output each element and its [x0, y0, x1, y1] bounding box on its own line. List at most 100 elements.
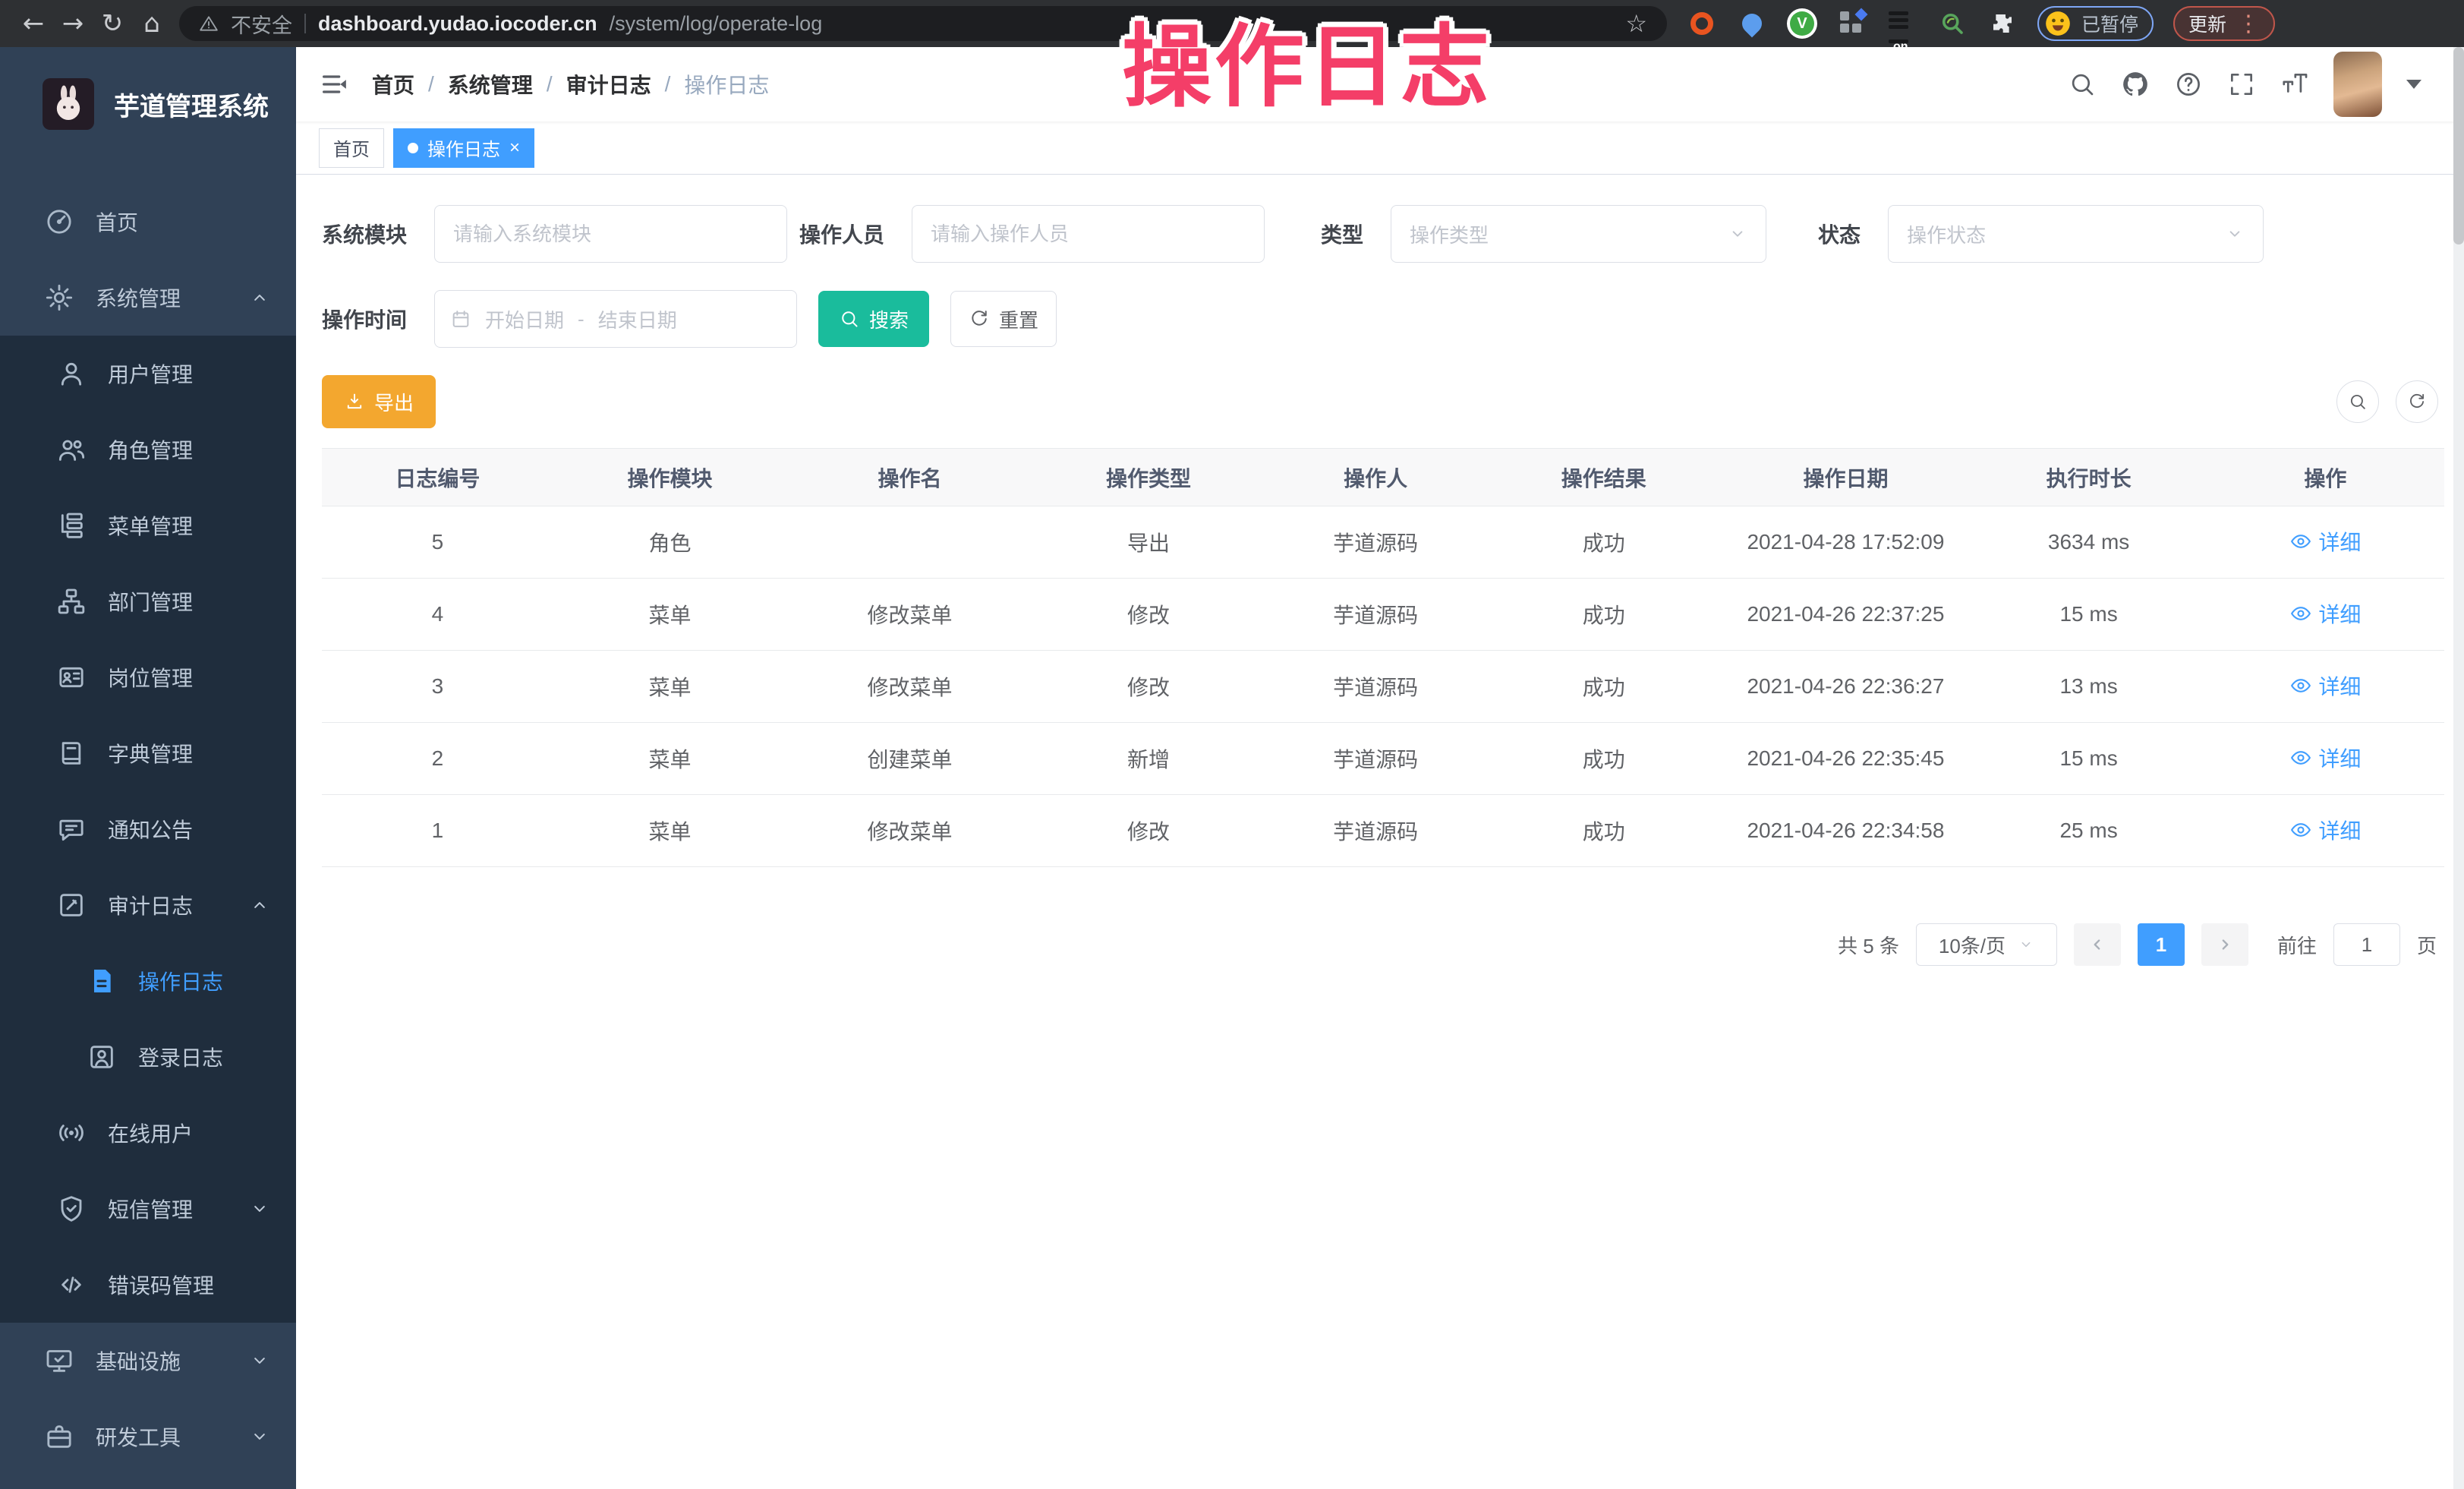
- page-size-select[interactable]: 10条/页: [1916, 923, 2057, 966]
- date-range-separator: -: [578, 308, 584, 331]
- cell-name: 创建菜单: [786, 723, 1032, 795]
- end-date-placeholder[interactable]: 结束日期: [598, 305, 677, 333]
- sidebar-item-home[interactable]: 首页: [0, 184, 296, 260]
- user-avatar[interactable]: [2333, 52, 2382, 117]
- operate-log-icon: [87, 966, 117, 996]
- next-page-button[interactable]: [2201, 923, 2248, 966]
- app-window: 芋道管理系统 首页 系统管理 用户管理 角色管理: [0, 47, 2464, 1489]
- operator-input[interactable]: [912, 205, 1265, 263]
- search-button[interactable]: 搜索: [818, 291, 929, 347]
- detail-link[interactable]: 详细: [2289, 815, 2361, 845]
- current-page-button[interactable]: 1: [2138, 923, 2185, 966]
- browser-scrollbar[interactable]: [2453, 47, 2464, 1489]
- sidebar-item-audit-log[interactable]: 审计日志: [0, 867, 296, 943]
- sidebar-item-menu-management[interactable]: 菜单管理: [0, 487, 296, 563]
- extension-v-icon[interactable]: V: [1787, 8, 1817, 39]
- search-icon[interactable]: [2068, 70, 2097, 99]
- sidebar-item-login-log[interactable]: 登录日志: [0, 1019, 296, 1095]
- sidebar-item-label: 角色管理: [108, 434, 193, 465]
- toggle-search-button[interactable]: [2336, 380, 2379, 423]
- sidebar-item-operate-log[interactable]: 操作日志: [0, 943, 296, 1019]
- sidebar-item-error-code-management[interactable]: 错误码管理: [0, 1247, 296, 1323]
- extension-ubuntu-icon[interactable]: [1687, 8, 1717, 39]
- detail-link[interactable]: 详细: [2289, 598, 2361, 629]
- cell-type: 新增: [1033, 723, 1265, 795]
- tab-home[interactable]: 首页: [319, 128, 384, 168]
- extension-blocks-icon[interactable]: [1837, 8, 1867, 39]
- detail-link[interactable]: 详细: [2289, 670, 2361, 701]
- url-domain: dashboard.yudao.iocoder.cn: [318, 12, 597, 36]
- breadcrumb-system[interactable]: 系统管理: [448, 69, 533, 99]
- type-select[interactable]: 操作类型: [1391, 205, 1766, 263]
- browser-update-button[interactable]: 更新 ⋮: [2173, 6, 2275, 41]
- extensions-puzzle-icon[interactable]: [1987, 8, 2018, 39]
- browser-reload-button[interactable]: ↻: [93, 5, 132, 42]
- status-select[interactable]: 操作状态: [1888, 205, 2264, 263]
- browser-home-button[interactable]: ⌂: [132, 5, 172, 42]
- sidebar-item-online-users[interactable]: 在线用户: [0, 1095, 296, 1171]
- breadcrumb-audit-log[interactable]: 审计日志: [566, 69, 651, 99]
- fullscreen-icon[interactable]: [2227, 70, 2256, 99]
- cell-duration: 15 ms: [1971, 579, 2206, 651]
- help-icon[interactable]: [2174, 70, 2203, 99]
- extension-search-icon[interactable]: [1937, 8, 1968, 39]
- cell-result: 成功: [1487, 651, 1721, 723]
- date-range-picker[interactable]: 开始日期 - 结束日期: [434, 290, 797, 348]
- goto-label: 前往: [2277, 931, 2317, 959]
- chevron-up-icon: [249, 894, 270, 916]
- scrollbar-thumb[interactable]: [2453, 47, 2464, 244]
- extension-switch-icon[interactable]: on: [1887, 8, 1917, 39]
- gear-icon: [44, 282, 74, 313]
- browser-forward-button[interactable]: →: [53, 5, 93, 42]
- extension-drop-icon[interactable]: [1737, 8, 1767, 39]
- export-button[interactable]: 导出: [322, 375, 436, 428]
- module-input[interactable]: [434, 205, 787, 263]
- search-icon: [2348, 392, 2368, 412]
- tab-operate-log[interactable]: 操作日志 ×: [393, 128, 534, 168]
- sidebar-submenu-system: 用户管理 角色管理 菜单管理 部门管理 岗位管理: [0, 336, 296, 1323]
- detail-link[interactable]: 详细: [2289, 526, 2361, 557]
- bookmark-star-icon[interactable]: ☆: [1625, 9, 1647, 38]
- sidebar-item-label: 用户管理: [108, 358, 193, 389]
- font-size-icon[interactable]: [2280, 70, 2309, 99]
- paused-label: 已暂停: [2081, 10, 2138, 37]
- cell-module: 角色: [553, 506, 787, 579]
- cell-duration: 13 ms: [1971, 651, 2206, 723]
- prev-page-button[interactable]: [2074, 923, 2121, 966]
- chevron-down-icon: [249, 1350, 270, 1371]
- sidebar-item-dept-management[interactable]: 部门管理: [0, 563, 296, 639]
- start-date-placeholder[interactable]: 开始日期: [485, 305, 564, 333]
- sidebar-item-role-management[interactable]: 角色管理: [0, 412, 296, 487]
- operator-label: 操作人员: [799, 219, 884, 249]
- browser-back-button[interactable]: ←: [14, 5, 53, 42]
- col-header-date: 操作日期: [1721, 449, 1971, 506]
- sidebar-item-notice[interactable]: 通知公告: [0, 791, 296, 867]
- table-row: 1 菜单 修改菜单 修改 芋道源码 成功 2021-04-26 22:34:58…: [322, 795, 2444, 867]
- close-icon[interactable]: ×: [509, 139, 520, 157]
- goto-page-input[interactable]: [2333, 923, 2400, 966]
- sidebar-item-label: 短信管理: [108, 1194, 193, 1224]
- cell-date: 2021-04-26 22:35:45: [1721, 723, 1971, 795]
- refresh-table-button[interactable]: [2396, 380, 2438, 423]
- sidebar-item-user-management[interactable]: 用户管理: [0, 336, 296, 412]
- sidebar-item-dev-tools[interactable]: 研发工具: [0, 1399, 296, 1475]
- address-bar[interactable]: 不安全 dashboard.yudao.iocoder.cn /system/l…: [179, 6, 1667, 41]
- browser-menu-icon[interactable]: ⋮: [2237, 11, 2260, 37]
- detail-link-label: 详细: [2318, 815, 2361, 845]
- sidebar-item-sms-management[interactable]: 短信管理: [0, 1171, 296, 1247]
- profile-paused-pill[interactable]: 已暂停: [2037, 6, 2154, 41]
- sidebar-item-post-management[interactable]: 岗位管理: [0, 639, 296, 715]
- sidebar-logo[interactable]: 芋道管理系统: [0, 47, 296, 161]
- sidebar-item-infrastructure[interactable]: 基础设施: [0, 1323, 296, 1399]
- sidebar-menu: 首页 系统管理 用户管理 角色管理 菜单管理: [0, 161, 296, 1475]
- github-icon[interactable]: [2121, 70, 2150, 99]
- hamburger-icon[interactable]: [319, 69, 349, 99]
- detail-link[interactable]: 详细: [2289, 743, 2361, 773]
- sidebar-item-dict-management[interactable]: 字典管理: [0, 715, 296, 791]
- breadcrumb-home[interactable]: 首页: [372, 69, 414, 99]
- caret-down-icon[interactable]: [2406, 80, 2421, 89]
- cell-name: 修改菜单: [786, 795, 1032, 867]
- breadcrumb-operate-log: 操作日志: [684, 69, 769, 99]
- sidebar-item-system-management[interactable]: 系统管理: [0, 260, 296, 336]
- reset-button[interactable]: 重置: [950, 291, 1057, 347]
